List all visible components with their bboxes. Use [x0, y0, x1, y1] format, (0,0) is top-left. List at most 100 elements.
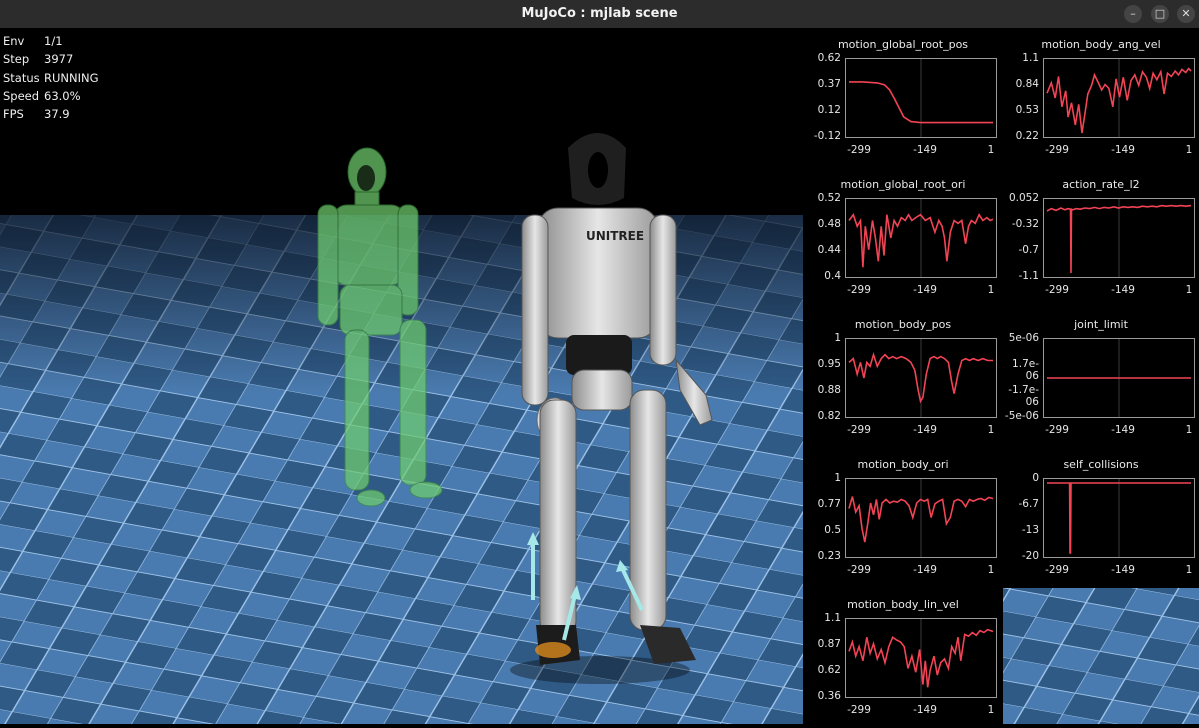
plot-title: joint_limit	[1074, 318, 1128, 331]
y-tick-label: 0.82	[817, 410, 841, 422]
y-tick-label: 0.052	[1008, 192, 1039, 204]
x-tick-label: -149	[1111, 424, 1135, 436]
plot-title: motion_global_root_pos	[837, 38, 969, 51]
close-icon[interactable]: ✕	[1177, 5, 1195, 23]
window-title: MuJoCo : mjlab scene	[521, 6, 678, 21]
y-tick-label: 1	[834, 332, 841, 344]
plot-motion-global-root-ori: motion_global_root_ori 0.52 0.48 0.44 0.4 -29…	[805, 168, 1001, 308]
plot-frame	[845, 478, 997, 558]
y-tick-label: -5e-06	[1004, 410, 1039, 422]
x-tick-label: 1	[987, 564, 995, 576]
stat-key: FPS	[3, 107, 24, 122]
y-tick-label: 0.48	[817, 218, 841, 230]
y-tick-label: 0.23	[817, 550, 841, 562]
stat-value: RUNNING	[44, 70, 99, 85]
x-tick-label: -299	[847, 284, 871, 296]
x-tick-label: -149	[1111, 144, 1135, 156]
stat-key: Env	[3, 34, 25, 48]
x-tick-label: 1	[987, 424, 995, 436]
y-tick-label: -1.7e-06	[1008, 384, 1039, 408]
y-tick-label: 0.95	[817, 358, 841, 370]
plot-motion-body-ang-vel: motion_body_ang_vel 1.1 0.84 0.53 0.22 -299 -1…	[1003, 28, 1199, 168]
y-tick-label: 1.1	[824, 612, 841, 624]
x-tick-label: 1	[1185, 144, 1193, 156]
x-tick-label: -299	[847, 704, 871, 716]
x-tick-label: -149	[1111, 284, 1135, 296]
y-tick-label: 0.37	[817, 78, 841, 90]
x-tick-label: -149	[913, 704, 937, 716]
y-tick-label: 5e-06	[1008, 332, 1039, 344]
y-tick-label: -1.1	[1018, 270, 1040, 282]
plot-svg	[848, 479, 994, 557]
plot-self-collisions: self_collisions 0 -6.7 -13 -20 -299 -149 1	[1003, 448, 1199, 588]
y-tick-label: 0.77	[817, 498, 841, 510]
plot-title: motion_body_pos	[854, 318, 952, 331]
y-tick-label: 0.4	[824, 270, 841, 282]
plot-svg	[848, 339, 993, 417]
y-tick-label: 0	[1032, 472, 1039, 484]
stat-value: 37.9	[44, 107, 70, 122]
y-tick-label: 0.87	[817, 638, 841, 650]
plot-title: motion_global_root_ori	[840, 178, 966, 191]
stat-value: 1/1	[44, 34, 63, 48]
stat-key: Step	[3, 52, 30, 67]
robot-brand-label: UNITREE	[586, 229, 644, 243]
y-tick-label: -20	[1021, 550, 1039, 562]
plot-svg	[848, 619, 994, 697]
stat-row: Speed 63.0%	[3, 87, 99, 105]
x-tick-label: 1	[987, 144, 995, 156]
stat-row: Step 3977	[3, 50, 99, 68]
x-tick-label: -149	[913, 144, 937, 156]
y-tick-label: 0.22	[1015, 130, 1039, 142]
plot-frame	[845, 618, 997, 698]
x-tick-label: -299	[847, 144, 871, 156]
plot-frame	[1043, 338, 1195, 418]
plot-svg	[1047, 339, 1191, 417]
x-tick-label: 1	[1185, 284, 1193, 296]
plot-title: motion_body_lin_vel	[847, 598, 959, 611]
x-tick-label: -299	[1045, 424, 1069, 436]
stat-row: Env 1/1	[3, 32, 99, 50]
y-tick-label: -0.32	[1011, 218, 1039, 230]
plot-title: self_collisions	[1063, 458, 1139, 471]
y-tick-label: 0.36	[817, 690, 841, 702]
y-tick-label: -13	[1021, 524, 1039, 536]
y-tick-label: 0.84	[1015, 78, 1039, 90]
plot-action-rate-l2: action_rate_l2 0.052 -0.32 -0.7 -1.1 -299 -149…	[1003, 168, 1199, 308]
y-tick-label: -0.7	[1018, 244, 1040, 256]
y-tick-label: 0.44	[817, 244, 841, 256]
plot-motion-global-root-pos: motion_global_root_pos 0.62 0.37 0.12 -0.12-…	[805, 28, 1001, 168]
stat-row: FPS 37.9	[3, 105, 99, 123]
x-tick-label: 1	[1185, 564, 1193, 576]
y-tick-label: -6.7	[1018, 498, 1040, 510]
plot-svg	[1046, 199, 1192, 277]
x-tick-label: -149	[1111, 564, 1135, 576]
plot-motion-body-lin-vel: motion_body_lin_vel 1.1 0.87 0.62 0.36 -299 -1…	[805, 588, 1001, 728]
x-tick-label: -149	[913, 564, 937, 576]
maximize-icon[interactable]: □	[1151, 5, 1169, 23]
x-tick-label: -299	[1045, 564, 1069, 576]
x-tick-label: -299	[1045, 284, 1069, 296]
x-tick-label: 1	[987, 704, 995, 716]
plot-motion-body-ori: motion_body_ori 1 0.77 0.5 0.23 -299 -149 1	[805, 448, 1001, 588]
minimize-icon[interactable]: –	[1124, 5, 1142, 23]
plot-svg	[1047, 479, 1191, 557]
y-tick-label: 1	[834, 472, 841, 484]
y-tick-label: 1.7e-06	[1012, 358, 1039, 382]
plot-frame	[1043, 478, 1195, 558]
plot-frame	[1043, 198, 1195, 278]
stat-key: Status	[3, 70, 40, 85]
stat-key: Speed	[3, 88, 40, 103]
y-tick-label: 0.88	[817, 384, 841, 396]
plot-motion-body-pos: motion_body_pos 1 0.95 0.88 0.82 -299 -149 1	[805, 308, 1001, 448]
x-tick-label: 1	[987, 284, 995, 296]
x-tick-label: -299	[847, 424, 871, 436]
plot-svg	[1046, 59, 1192, 137]
plot-title: motion_body_ori	[857, 458, 949, 471]
plot-svg	[849, 59, 993, 137]
title-bar[interactable]: MuJoCo : mjlab scene – □ ✕	[0, 0, 1199, 29]
y-tick-label: 0.52	[817, 192, 841, 204]
plot-frame	[845, 58, 997, 138]
y-tick-label: -0.12	[813, 130, 841, 142]
x-tick-label: -299	[847, 564, 871, 576]
